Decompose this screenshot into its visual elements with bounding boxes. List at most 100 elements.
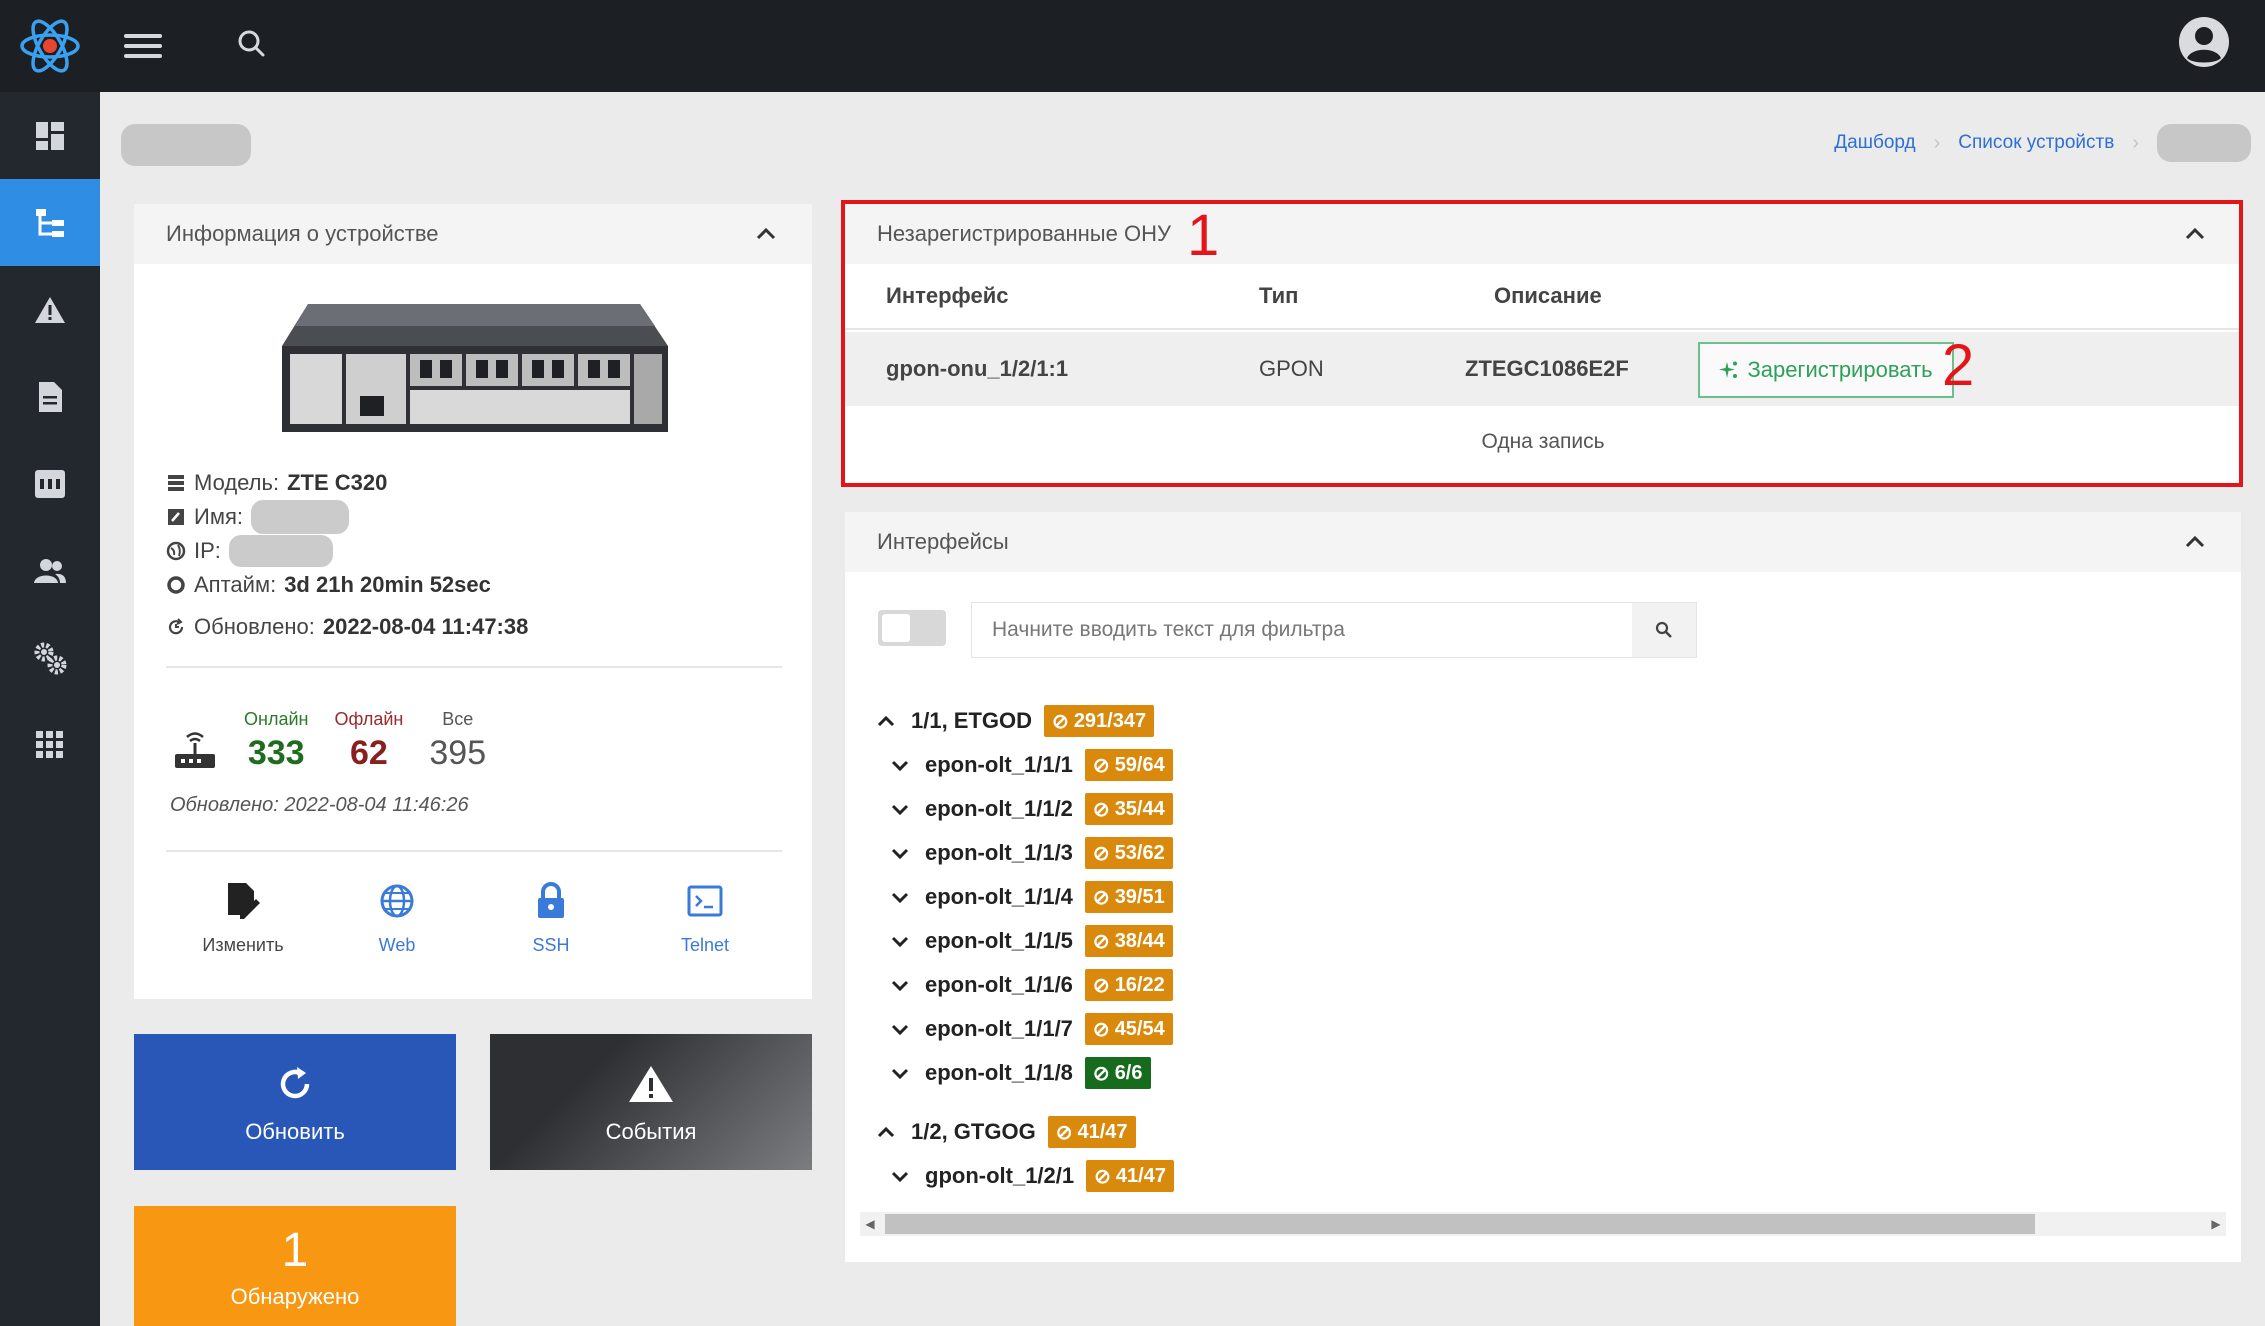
item-name: epon-olt_1/1/8 xyxy=(925,1060,1073,1085)
tree-item[interactable]: epon-olt_1/1/4 ⊘ 39/51 xyxy=(889,875,1173,919)
col-description: Описание xyxy=(1494,283,1602,308)
sidebar-item-devices[interactable] xyxy=(0,179,100,266)
badge-count: 59/64 xyxy=(1114,753,1165,776)
telnet-button[interactable]: Telnet xyxy=(635,879,775,956)
server-icon xyxy=(168,475,184,491)
item-name: epon-olt_1/1/7 xyxy=(925,1016,1073,1041)
breadcrumb-separator-icon: › xyxy=(1933,131,1941,154)
ip-value-redacted xyxy=(228,535,333,567)
app-logo-icon[interactable] xyxy=(0,0,100,92)
sidebar-item-dashboard[interactable] xyxy=(0,92,100,179)
edit-button[interactable]: Изменить xyxy=(173,879,313,956)
item-name: epon-olt_1/1/6 xyxy=(925,972,1073,997)
name-line: Имя: xyxy=(166,500,491,534)
chevron-down-icon[interactable] xyxy=(889,1062,911,1084)
discovered-tile[interactable]: 1 Обнаружено xyxy=(134,1206,456,1326)
item-name: epon-olt_1/1/3 xyxy=(925,840,1073,865)
breadcrumb: Дашборд › Список устройств › xyxy=(1834,124,2251,162)
uptime-value: 3d 21h 20min 52sec xyxy=(284,572,491,597)
tree-item[interactable]: epon-olt_1/1/1 ⊘ 59/64 xyxy=(889,743,1173,787)
document-icon xyxy=(39,381,62,412)
collapse-chevron-icon[interactable] xyxy=(754,222,778,246)
horizontal-scrollbar[interactable]: ◀ ▶ xyxy=(860,1212,2226,1236)
status-badge: ⊘ 39/51 xyxy=(1084,881,1173,913)
register-button[interactable]: Зарегистрировать xyxy=(1698,342,1954,398)
divider xyxy=(166,850,782,852)
online-label: Онлайн xyxy=(244,709,309,729)
menu-icon[interactable] xyxy=(124,28,162,64)
badge-icon: ⊘ xyxy=(1092,842,1110,865)
tree-item[interactable]: epon-olt_1/1/6 ⊘ 16/22 xyxy=(889,963,1173,1007)
chevron-down-icon[interactable] xyxy=(889,930,911,952)
all-label: Все xyxy=(442,709,474,729)
user-avatar-icon[interactable] xyxy=(2176,14,2232,70)
discovered-label: Обнаружено xyxy=(230,1283,360,1309)
status-badge: ⊘ 59/64 xyxy=(1084,749,1173,781)
top-bar xyxy=(0,0,2265,92)
item-name: epon-olt_1/1/2 xyxy=(925,796,1073,821)
badge-count: 35/44 xyxy=(1114,797,1165,820)
chevron-down-icon[interactable] xyxy=(889,886,911,908)
offline-stat: Офлайн 62 xyxy=(334,709,403,773)
breadcrumb-device-list[interactable]: Список устройств xyxy=(1958,132,2114,154)
chevron-down-icon[interactable] xyxy=(889,754,911,776)
filter-search-button[interactable] xyxy=(1632,603,1696,657)
collapse-chevron-icon[interactable] xyxy=(2183,530,2207,554)
refresh-tile[interactable]: Обновить xyxy=(134,1034,456,1170)
main-content: Дашборд › Список устройств › Информация … xyxy=(100,92,2265,1326)
scroll-right-icon[interactable]: ▶ xyxy=(2206,1212,2226,1236)
sidebar-item-alerts[interactable] xyxy=(0,266,100,353)
updated-value: 2022-08-04 11:47:38 xyxy=(322,614,529,639)
onu-stats: Онлайн 333 Офлайн 62 Все 395 xyxy=(172,709,486,773)
chevron-down-icon[interactable] xyxy=(889,1165,911,1187)
breadcrumb-dashboard[interactable]: Дашборд xyxy=(1834,132,1915,154)
tree-item[interactable]: epon-olt_1/1/3 ⊘ 53/62 xyxy=(889,831,1173,875)
tree-item[interactable]: epon-olt_1/1/5 ⊘ 38/44 xyxy=(889,919,1173,963)
group-name: 1/1, ETGOD xyxy=(911,708,1033,733)
tree-group[interactable]: 1/1, ETGOD ⊘ 291/347 xyxy=(875,699,1155,743)
scroll-left-icon[interactable]: ◀ xyxy=(860,1212,880,1236)
sidebar-item-users[interactable] xyxy=(0,527,100,614)
record-count: Одна запись xyxy=(1481,430,1605,453)
search-icon[interactable] xyxy=(232,24,272,64)
tree-item[interactable]: gpon-olt_1/2/1 ⊘ 41/47 xyxy=(889,1154,1174,1198)
chevron-down-icon[interactable] xyxy=(889,842,911,864)
collapse-chevron-icon[interactable] xyxy=(2183,222,2207,246)
badge-count: 41/47 xyxy=(1115,1164,1166,1187)
status-badge: ⊘ 45/54 xyxy=(1084,1013,1173,1045)
sidebar-item-settings[interactable] xyxy=(0,614,100,701)
events-tile[interactable]: События xyxy=(490,1034,812,1170)
item-name: epon-olt_1/1/5 xyxy=(925,928,1073,953)
page-title-redacted xyxy=(121,124,251,166)
sparkle-icon xyxy=(1719,361,1738,378)
unregistered-onu-title: Незарегистрированные ОНУ xyxy=(877,221,1171,246)
item-name: epon-olt_1/1/4 xyxy=(925,884,1073,909)
tree-item[interactable]: epon-olt_1/1/8 ⊘ 6/6 xyxy=(889,1051,1151,1095)
chevron-down-icon[interactable] xyxy=(889,1018,911,1040)
chevron-up-icon[interactable] xyxy=(875,710,897,732)
chevron-up-icon[interactable] xyxy=(875,1121,897,1143)
tree-item[interactable]: epon-olt_1/1/2 ⊘ 35/44 xyxy=(889,787,1173,831)
scrollbar-thumb[interactable] xyxy=(885,1214,2035,1234)
tree-item[interactable]: epon-olt_1/1/7 ⊘ 45/54 xyxy=(889,1007,1173,1051)
all-value: 395 xyxy=(429,734,487,772)
onu-type: GPON xyxy=(1259,356,1324,381)
sidebar-item-documents[interactable] xyxy=(0,353,100,440)
tree-group[interactable]: 1/2, GTGOG ⊘ 41/47 xyxy=(875,1110,1136,1154)
lock-icon xyxy=(538,882,564,918)
filter-input[interactable] xyxy=(972,603,1632,657)
status-badge: ⊘ 38/44 xyxy=(1084,925,1173,957)
status-badge: ⊘ 16/22 xyxy=(1084,969,1173,1001)
sidebar-item-apps[interactable] xyxy=(0,701,100,788)
web-button[interactable]: Web xyxy=(327,879,467,956)
ssh-button[interactable]: SSH xyxy=(481,879,621,956)
chevron-down-icon[interactable] xyxy=(889,798,911,820)
chevron-down-icon[interactable] xyxy=(889,974,911,996)
badge-count: 38/44 xyxy=(1114,929,1165,952)
uptime-label: Аптайм: xyxy=(194,572,277,597)
events-label: События xyxy=(605,1119,697,1144)
sidebar-item-switches[interactable] xyxy=(0,440,100,527)
onu-description: ZTEGC1086E2F xyxy=(1465,356,1629,381)
filter-toggle[interactable] xyxy=(878,610,946,646)
badge-icon: ⊘ xyxy=(1092,754,1110,777)
